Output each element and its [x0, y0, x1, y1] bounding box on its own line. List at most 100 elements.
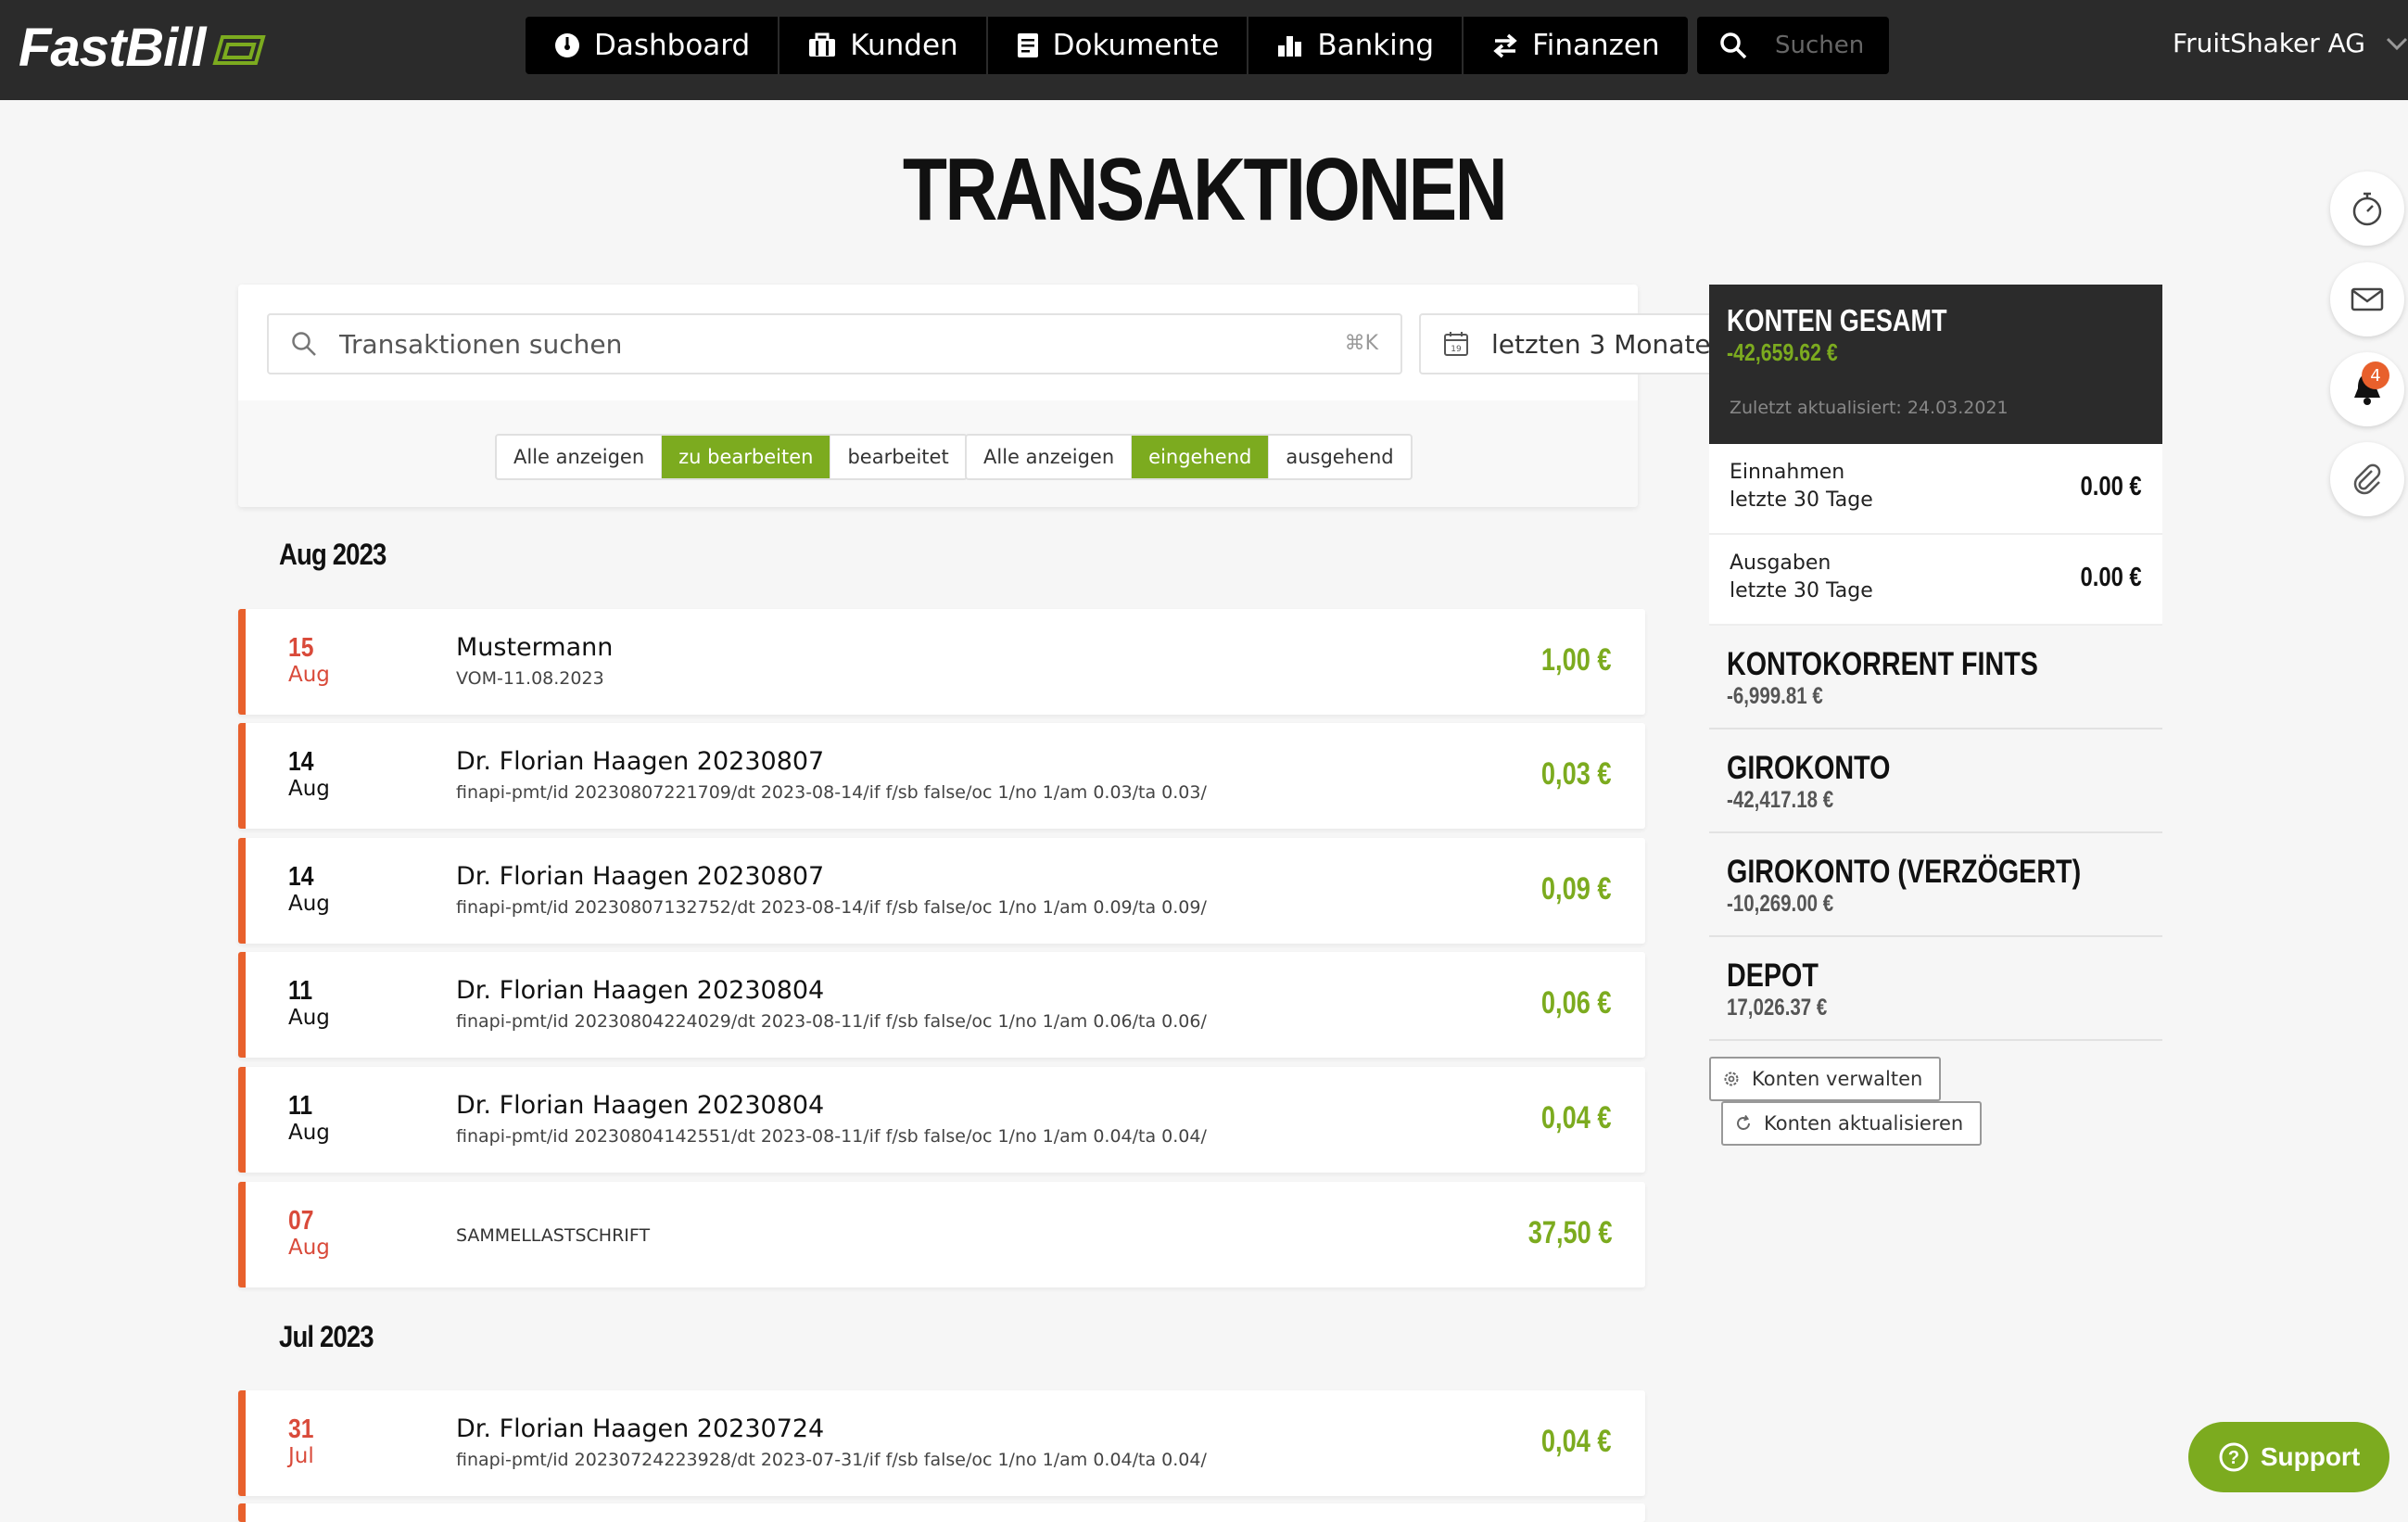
accounts-updated: Zuletzt aktualisiert: 24.03.2021 — [1730, 398, 2009, 418]
transaction-day: 14 — [288, 747, 314, 777]
account-name: GIROKONTO (VERZÖGERT) — [1727, 854, 2082, 890]
account-item[interactable]: KONTOKORRENT FINTS -6,999.81 € — [1709, 626, 2162, 729]
account-item[interactable]: DEPOT 17,026.37 € — [1709, 937, 2162, 1041]
logo-mark-icon — [211, 34, 266, 65]
expenses-label: Ausgaben — [1730, 552, 1831, 575]
account-balance: -6,999.81 € — [1727, 683, 1823, 709]
document-icon — [1017, 33, 1038, 57]
gear-icon — [1724, 1072, 1739, 1086]
top-bar: FastBill Dashboard Kunden Dokumente Bank… — [0, 0, 2408, 100]
transaction-amount: 0,06 € — [1541, 985, 1612, 1021]
status-all-button[interactable]: Alle anzeigen — [497, 436, 663, 478]
transaction-row[interactable]: 11 Aug Dr. Florian Haagen 20230804 finap… — [238, 1067, 1645, 1173]
transaction-row[interactable]: 07 Aug SAMMELLASTSCHRIFT 37,50 € — [238, 1182, 1645, 1287]
account-item[interactable]: GIROKONTO (VERZÖGERT) -10,269.00 € — [1709, 833, 2162, 937]
transaction-title: Mustermann — [456, 633, 614, 662]
account-name: GIROKONTO — [1727, 750, 1891, 786]
income-label: Einnahmen — [1730, 461, 1845, 484]
account-balance: 17,026.37 € — [1727, 995, 1828, 1021]
nav-finanzen-label: Finanzen — [1532, 29, 1660, 62]
accounts-panel: KONTEN GESAMT -42,659.62 € Zuletzt aktua… — [1709, 285, 2162, 1041]
svg-text:?: ? — [2228, 1448, 2239, 1468]
month-heading: Jul 2023 — [279, 1320, 374, 1353]
account-balance: -10,269.00 € — [1727, 891, 1834, 917]
transaction-title: Dr. Florian Haagen 20230724 — [456, 1414, 825, 1443]
fastbill-logo[interactable]: FastBill — [19, 17, 269, 79]
transaction-row[interactable]: 15 Aug Mustermann VOM-11.08.2023 1,00 € — [238, 609, 1645, 715]
refresh-accounts-button[interactable]: Konten aktualisieren — [1721, 1101, 1983, 1146]
status-todo-button[interactable]: zu bearbeiten — [662, 436, 831, 478]
transaction-row[interactable]: 14 Aug Dr. Florian Haagen 20230807 finap… — [238, 723, 1645, 829]
accounts-total: KONTEN GESAMT -42,659.62 € Zuletzt aktua… — [1709, 285, 2162, 444]
transaction-subtitle: SAMMELLASTSCHRIFT — [456, 1225, 651, 1246]
transaction-month: Aug — [288, 892, 330, 916]
manage-accounts-button[interactable]: Konten verwalten — [1709, 1057, 1942, 1101]
company-name: FruitShaker AG — [2173, 28, 2365, 58]
global-search-input[interactable] — [1773, 31, 1888, 60]
nav-dokumente-label: Dokumente — [1052, 29, 1220, 62]
transaction-search[interactable]: ⌘K — [267, 313, 1402, 374]
transaction-row[interactable] — [238, 1503, 1645, 1522]
manage-accounts-label: Konten verwalten — [1752, 1068, 1923, 1090]
nav-banking[interactable]: Banking — [1248, 17, 1464, 74]
transaction-day: 15 — [288, 633, 314, 663]
nav-dashboard[interactable]: Dashboard — [526, 17, 780, 74]
transaction-title: Dr. Florian Haagen 20230807 — [456, 862, 825, 891]
transaction-amount: 0,09 € — [1541, 871, 1612, 907]
transaction-month: Aug — [288, 777, 330, 801]
mail-icon — [2351, 287, 2384, 311]
stopwatch-icon — [2352, 192, 2382, 226]
svg-text:19: 19 — [1451, 345, 1462, 354]
keyboard-shortcut: ⌘K — [1344, 332, 1378, 355]
month-heading: Aug 2023 — [279, 538, 387, 571]
transaction-title: Dr. Florian Haagen 20230807 — [456, 747, 825, 776]
transaction-day: 11 — [288, 1091, 313, 1121]
transaction-title: Dr. Florian Haagen 20230804 — [456, 976, 825, 1005]
account-item[interactable]: GIROKONTO -42,417.18 € — [1709, 729, 2162, 833]
transaction-amount: 0,03 € — [1541, 756, 1612, 792]
notification-count-badge: 4 — [2362, 361, 2389, 389]
support-button[interactable]: ? Support — [2188, 1422, 2389, 1492]
transaction-day: 11 — [288, 976, 313, 1006]
attachments-button[interactable] — [2330, 442, 2404, 516]
transaction-row[interactable]: 14 Aug Dr. Florian Haagen 20230807 finap… — [238, 838, 1645, 944]
direction-all-button[interactable]: Alle anzeigen — [967, 436, 1133, 478]
search-icon — [292, 332, 316, 356]
main-navigation: Dashboard Kunden Dokumente Banking Finan… — [526, 17, 1688, 74]
transaction-month: Aug — [288, 1236, 330, 1260]
nav-banking-label: Banking — [1317, 29, 1435, 62]
nav-dokumente[interactable]: Dokumente — [988, 17, 1249, 74]
accounts-total-title: KONTEN GESAMT — [1727, 303, 1947, 337]
refresh-icon — [1737, 1114, 1750, 1130]
transaction-subtitle: VOM-11.08.2023 — [456, 668, 604, 689]
transaction-subtitle: finapi-pmt/id 20230804142551/dt 2023-08-… — [456, 1126, 1207, 1147]
account-balance: -42,417.18 € — [1727, 787, 1834, 813]
transaction-row[interactable]: 11 Aug Dr. Florian Haagen 20230804 finap… — [238, 952, 1645, 1058]
refresh-accounts-label: Konten aktualisieren — [1764, 1112, 1964, 1135]
transaction-search-input[interactable] — [337, 327, 1175, 361]
direction-in-button[interactable]: eingehend — [1132, 436, 1270, 478]
transaction-subtitle: finapi-pmt/id 20230807132752/dt 2023-08-… — [456, 897, 1207, 918]
page-title: TRANSAKTIONEN — [902, 140, 1508, 239]
transaction-row[interactable]: 31 Jul Dr. Florian Haagen 20230724 finap… — [238, 1390, 1645, 1496]
transaction-amount: 0,04 € — [1541, 1100, 1612, 1135]
status-toggle: Alle anzeigen zu bearbeiten bearbeitet — [495, 434, 968, 480]
transaction-subtitle: finapi-pmt/id 20230724223928/dt 2023-07-… — [456, 1450, 1207, 1470]
accounts-total-amount: -42,659.62 € — [1727, 338, 1838, 366]
nav-dashboard-label: Dashboard — [594, 29, 751, 62]
company-menu[interactable]: FruitShaker AG — [2173, 28, 2408, 58]
account-name: KONTOKORRENT FINTS — [1727, 646, 2038, 682]
nav-finanzen[interactable]: Finanzen — [1464, 17, 1687, 74]
search-icon — [1720, 32, 1747, 59]
transaction-title: Dr. Florian Haagen 20230804 — [456, 1091, 825, 1120]
bar-chart-icon — [1278, 36, 1302, 57]
global-search[interactable] — [1697, 17, 1889, 74]
help-icon: ? — [2219, 1442, 2249, 1472]
direction-out-button[interactable]: ausgehend — [1269, 436, 1410, 478]
expenses-period: letzte 30 Tage — [1730, 579, 1873, 602]
messages-button[interactable] — [2330, 262, 2404, 336]
transaction-day: 07 — [288, 1206, 314, 1236]
nav-kunden[interactable]: Kunden — [779, 17, 988, 74]
timer-button[interactable] — [2330, 171, 2404, 246]
status-done-button[interactable]: bearbeitet — [830, 436, 965, 478]
